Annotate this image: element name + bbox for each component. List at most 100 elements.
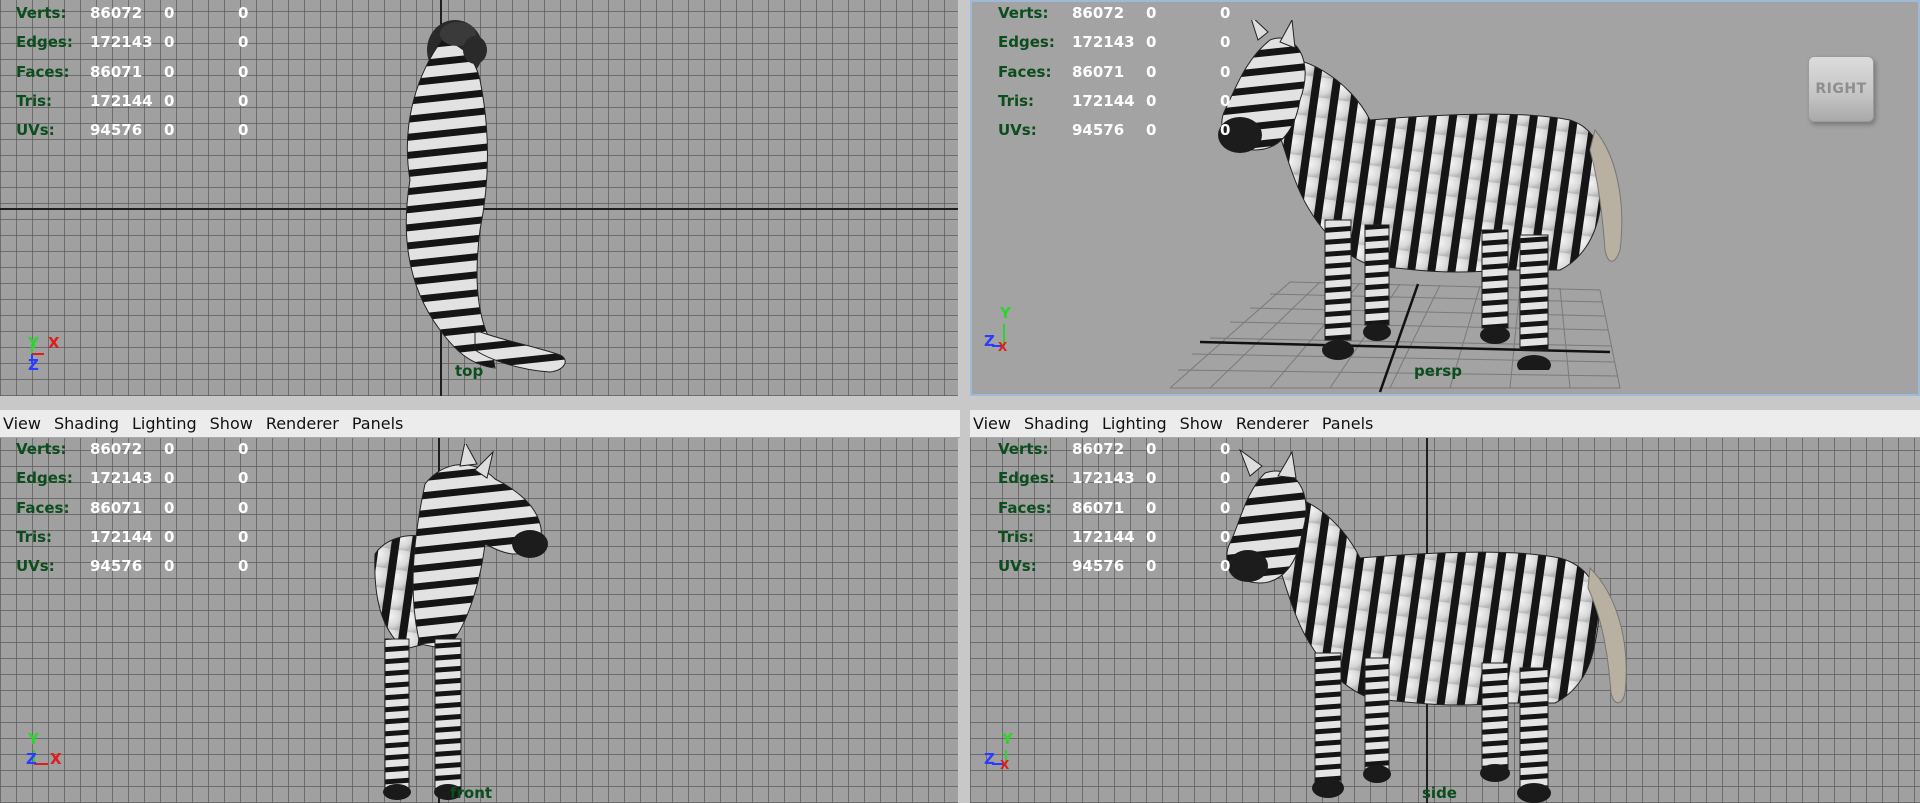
hud-value: 0: [1146, 469, 1157, 488]
hud-value: 0: [164, 498, 175, 517]
hud-value: 86072: [1072, 440, 1125, 458]
hud-value: 0: [1146, 4, 1157, 22]
hud-value: 0: [164, 91, 175, 110]
menu-lighting[interactable]: Lighting: [1102, 414, 1175, 433]
hud-value: 172144: [90, 527, 153, 546]
hud-value: 0: [164, 527, 175, 546]
menu-view[interactable]: View: [973, 414, 1019, 433]
hud-value: 0: [1146, 62, 1157, 81]
hud-value: 0: [1220, 4, 1231, 22]
gizmo-y-label: Y: [1000, 304, 1011, 322]
hud-value: 172143: [90, 33, 153, 52]
hud-value: 172143: [1072, 33, 1135, 52]
gizmo-x-label: X: [998, 340, 1008, 354]
viewport-side[interactable]: Y Z X side: [970, 438, 1920, 803]
menu-shading[interactable]: Shading: [1024, 414, 1097, 433]
hud-value: 0: [1220, 498, 1231, 517]
menu-show[interactable]: Show: [1180, 414, 1231, 433]
hud-value: 0: [1220, 527, 1231, 546]
hud-value: 86072: [1072, 4, 1125, 22]
hud-value: 86072: [90, 4, 143, 22]
menu-renderer[interactable]: Renderer: [1236, 414, 1317, 433]
hud-value: 0: [164, 121, 175, 140]
hud-value: 86071: [90, 62, 143, 81]
zebra-model-persp[interactable]: [1200, 20, 1640, 370]
hud-value: 0: [164, 33, 175, 52]
gizmo-x-label: X: [1000, 758, 1010, 772]
hud-label: Verts:: [998, 440, 1049, 458]
axis-gizmo-side: Y Z X: [982, 730, 1022, 773]
hud-label: Edges:: [998, 469, 1055, 488]
viewport-persp[interactable]: RIGHT Y Z X persp: [970, 0, 1920, 396]
hud-value: 0: [164, 4, 175, 22]
gizmo-x-label: X: [48, 334, 60, 352]
gizmo-y-label: Y: [1002, 730, 1013, 748]
hud-value: 94576: [90, 557, 143, 576]
hud-label: Verts:: [16, 440, 67, 458]
hud-value: 0: [238, 469, 249, 488]
hud-label: Faces:: [998, 498, 1052, 517]
gizmo-y-label: Y: [28, 334, 39, 352]
menu-lighting[interactable]: Lighting: [132, 414, 205, 433]
hud-value: 0: [1146, 33, 1157, 52]
hud-value: 0: [238, 4, 249, 22]
hud-value: 0: [1146, 121, 1157, 140]
hud-label: UVs:: [16, 121, 55, 140]
hud-label: UVs:: [998, 121, 1037, 140]
viewport-menubar-front: View Shading Lighting Show Renderer Pane…: [0, 410, 960, 438]
hud-label: Tris:: [16, 91, 53, 110]
hud-value: 0: [238, 557, 249, 576]
hud-value: 0: [1146, 440, 1157, 458]
hud-label: Verts:: [998, 4, 1049, 22]
zebra-model-top[interactable]: [380, 10, 580, 385]
hud-value: 0: [1220, 440, 1231, 458]
gizmo-y-label: Y: [28, 730, 39, 748]
hud-value: 0: [1146, 498, 1157, 517]
hud-label: Tris:: [16, 527, 53, 546]
hud-value: 0: [238, 91, 249, 110]
gizmo-z-label: Z: [26, 750, 37, 768]
hud-value: 0: [164, 440, 175, 458]
hud-value: 0: [164, 469, 175, 488]
gizmo-z-label: Z: [28, 356, 39, 374]
hud-value: 0: [1146, 527, 1157, 546]
menu-view[interactable]: View: [3, 414, 49, 433]
hud-value: 172144: [1072, 91, 1135, 110]
hud-label: Faces:: [16, 498, 70, 517]
hud-value: 86071: [1072, 62, 1125, 81]
hud-label: Edges:: [16, 469, 73, 488]
zebra-model-side[interactable]: [1210, 448, 1650, 803]
hud-value: 0: [164, 557, 175, 576]
menu-shading[interactable]: Shading: [54, 414, 127, 433]
viewcube-face-label: RIGHT: [1815, 81, 1867, 97]
menu-panels[interactable]: Panels: [352, 414, 412, 433]
viewcube[interactable]: RIGHT: [1808, 56, 1874, 122]
viewport-top[interactable]: Y X Z top: [0, 0, 958, 396]
camera-label-top: top: [455, 362, 484, 380]
hud-value: 94576: [1072, 557, 1125, 576]
axis-gizmo-front: Y Z X: [24, 732, 64, 772]
hud-value: 86072: [90, 440, 143, 458]
hud-value: 0: [1220, 121, 1231, 140]
hud-value: 0: [238, 121, 249, 140]
zebra-model-front[interactable]: [365, 444, 585, 803]
gizmo-z-label: Z: [984, 332, 995, 350]
menu-show[interactable]: Show: [210, 414, 261, 433]
viewport-menubar-side: View Shading Lighting Show Renderer Pane…: [970, 410, 1920, 438]
hud-value: 0: [164, 62, 175, 81]
hud-label: Edges:: [16, 33, 73, 52]
hud-value: 0: [238, 33, 249, 52]
gizmo-x-label: X: [50, 750, 62, 768]
viewport-front[interactable]: Y Z X front: [0, 438, 958, 803]
hud-value: 94576: [90, 121, 143, 140]
hud-value: 0: [1220, 33, 1231, 52]
axis-gizmo-persp: Y Z X: [982, 306, 1022, 355]
hud-label: Faces:: [998, 62, 1052, 81]
menu-panels[interactable]: Panels: [1322, 414, 1382, 433]
panel-persp-view: RIGHT Y Z X persp: [970, 0, 1920, 398]
hud-label: Tris:: [998, 527, 1035, 546]
hud-value: 94576: [1072, 121, 1125, 140]
hud-value: 0: [1220, 557, 1231, 576]
menu-renderer[interactable]: Renderer: [266, 414, 347, 433]
hud-value: 0: [238, 527, 249, 546]
